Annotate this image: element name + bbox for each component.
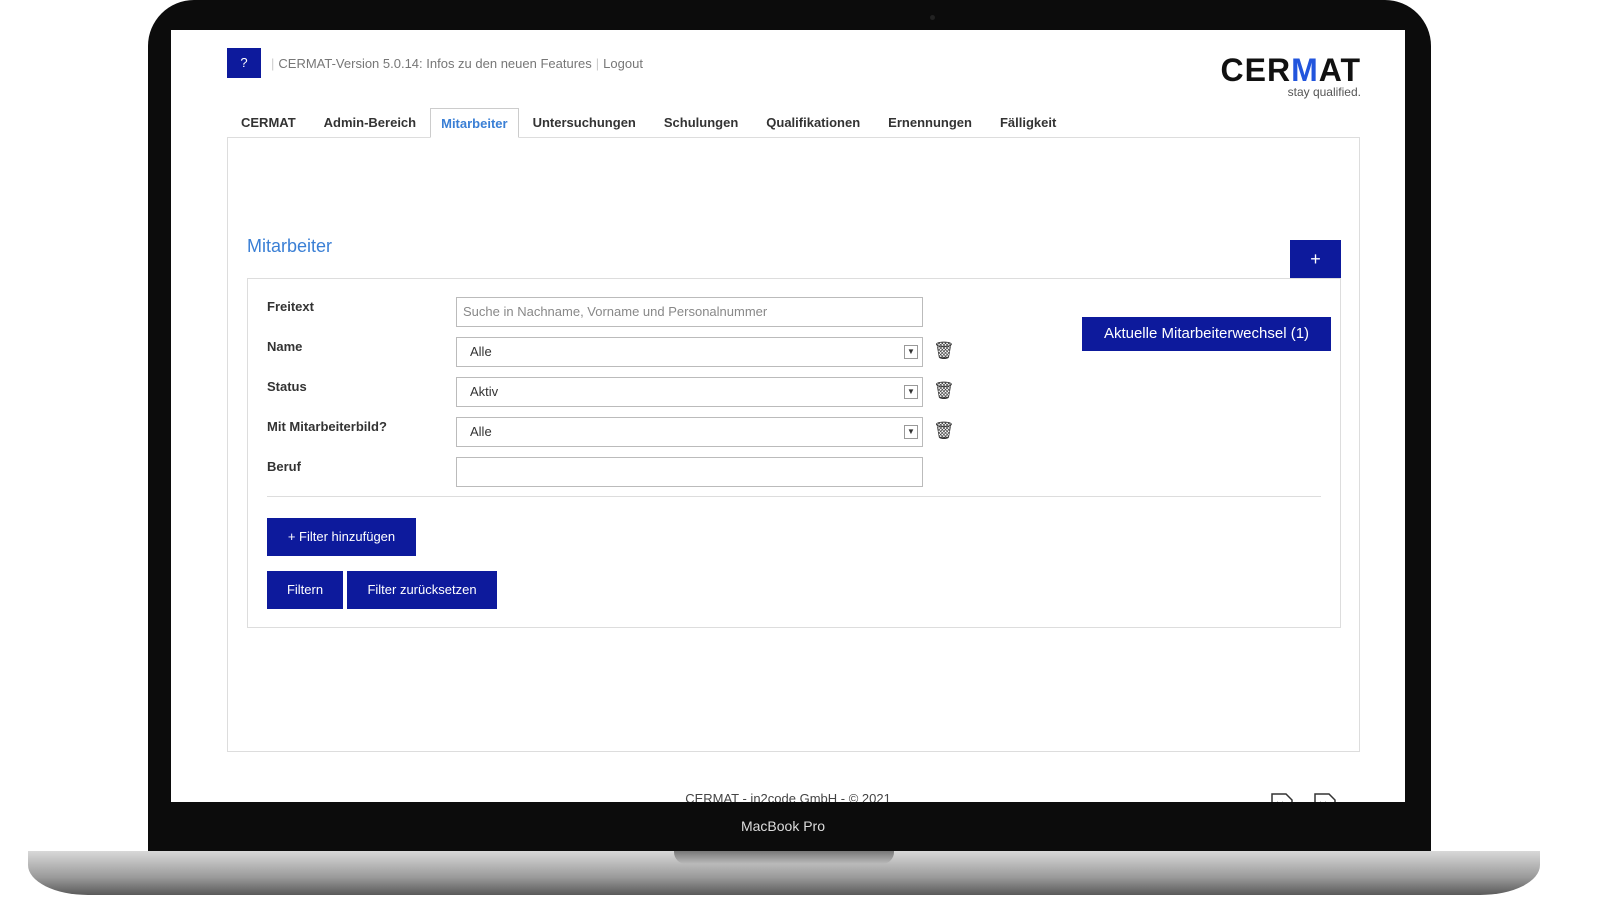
help-button[interactable]: ? xyxy=(227,48,261,78)
bild-select[interactable]: Alle ▼ xyxy=(456,417,923,447)
freitext-label: Freitext xyxy=(267,299,314,314)
camera xyxy=(930,15,935,20)
add-filter-button[interactable]: + Filter hinzufügen xyxy=(267,518,416,556)
filter-box: Freitext Suche in Nachname, Vorname und … xyxy=(247,278,1341,628)
page-title: Mitarbeiter xyxy=(247,236,333,256)
status-label: Status xyxy=(267,379,307,394)
trash-icon[interactable]: 🗑 xyxy=(933,421,955,441)
freitext-input[interactable]: Suche in Nachname, Vorname und Personaln… xyxy=(456,297,923,327)
device-label: MacBook Pro xyxy=(740,818,826,834)
tab-untersuchungen[interactable]: Untersuchungen xyxy=(519,108,650,138)
chevron-down-icon: ▼ xyxy=(904,425,918,439)
chevron-down-icon: ▼ xyxy=(904,345,918,359)
filter-button[interactable]: Filtern xyxy=(267,571,343,609)
footer: CERMAT - in2code GmbH - © 2021 xyxy=(685,791,891,802)
laptop-notch xyxy=(674,851,894,864)
tab-mitarbeiter[interactable]: Mitarbeiter xyxy=(430,108,519,138)
version-link[interactable]: CERMAT-Version 5.0.14: Infos zu den neue… xyxy=(278,56,591,71)
logo: CERMAT stay qualified. xyxy=(1220,52,1362,99)
tab-ernennungen[interactable]: Ernennungen xyxy=(874,108,986,138)
content-panel: Mitarbeiter + Freitext Suche in Nachname… xyxy=(227,137,1360,802)
tab-cermat[interactable]: CERMAT xyxy=(227,108,310,138)
divider xyxy=(267,496,1321,497)
chevron-down-icon: ▼ xyxy=(904,385,918,399)
beruf-label: Beruf xyxy=(267,459,301,474)
trash-icon[interactable]: 🗑 xyxy=(933,341,955,361)
top-links: | CERMAT-Version 5.0.14: Infos zu den neu… xyxy=(271,56,643,71)
logout-link[interactable]: Logout xyxy=(603,56,643,71)
tab-admin[interactable]: Admin-Bereich xyxy=(310,108,430,138)
screen: ? | CERMAT-Version 5.0.14: Infos zu den n… xyxy=(171,30,1405,802)
name-label: Name xyxy=(267,339,303,354)
add-employee-button[interactable]: + xyxy=(1290,240,1341,278)
trash-icon[interactable]: 🗑 xyxy=(933,381,955,401)
tab-schulungen[interactable]: Schulungen xyxy=(650,108,752,138)
employee-changes-button[interactable]: Aktuelle Mitarbeiterwechsel (1) xyxy=(1082,317,1331,351)
tab-qualifikationen[interactable]: Qualifikationen xyxy=(752,108,874,138)
name-select[interactable]: Alle ▼ xyxy=(456,337,923,367)
reset-filter-button[interactable]: Filter zurücksetzen xyxy=(347,571,497,609)
main-tabs: CERMAT Admin-Bereich Mitarbeiter Untersu… xyxy=(227,108,1070,138)
status-select[interactable]: Aktiv ▼ xyxy=(456,377,923,407)
bild-label: Mit Mitarbeiterbild? xyxy=(267,419,387,434)
tab-faelligkeit[interactable]: Fälligkeit xyxy=(986,108,1070,138)
beruf-input[interactable] xyxy=(456,457,923,487)
